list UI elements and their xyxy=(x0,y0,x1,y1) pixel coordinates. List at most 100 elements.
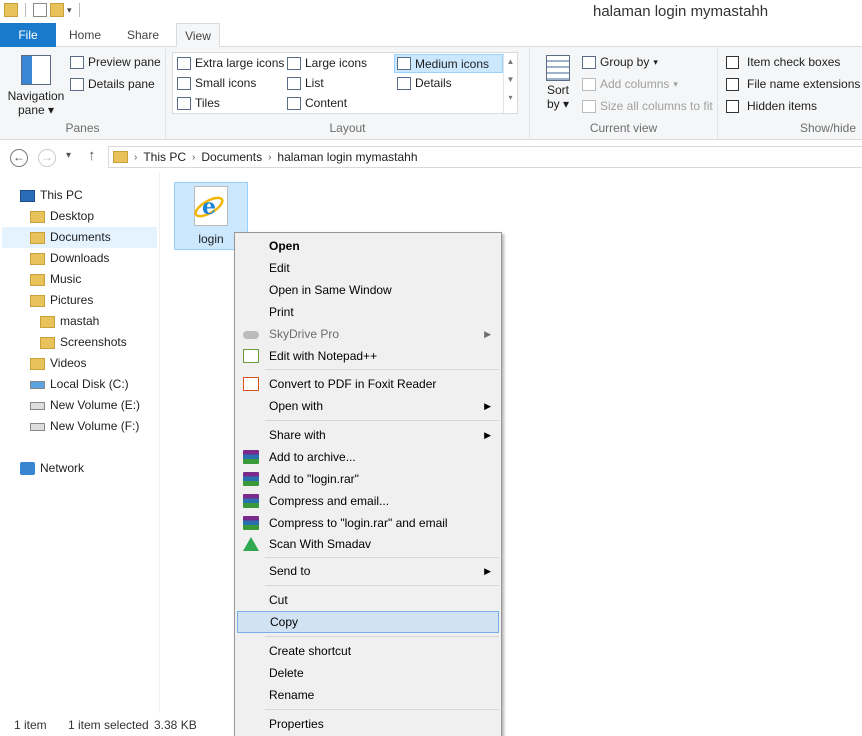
forward-button[interactable]: → xyxy=(38,149,56,167)
content-option[interactable]: Content xyxy=(287,96,347,110)
menu-separator xyxy=(265,636,499,637)
menu-item-cut[interactable]: Cut xyxy=(237,589,499,611)
hidden-items-toggle[interactable]: Hidden items xyxy=(726,99,817,113)
menu-item-send-to[interactable]: Send to ▶ xyxy=(237,560,499,582)
submenu-arrow-icon: ▶ xyxy=(484,401,491,411)
menu-item-open-with[interactable]: Open with ▶ xyxy=(237,395,499,417)
add-columns-button[interactable]: Add columns ▾ xyxy=(582,77,678,91)
nav-item-screenshots[interactable]: Screenshots xyxy=(40,332,127,353)
menu-item-label: SkyDrive Pro xyxy=(269,327,340,341)
menu-item-create-shortcut[interactable]: Create shortcut xyxy=(237,640,499,662)
hidden-items-checkbox[interactable] xyxy=(726,99,739,113)
menu-item-label: Send to xyxy=(269,564,311,578)
breadcrumb-documents[interactable]: Documents xyxy=(201,150,262,164)
tab-share[interactable]: Share xyxy=(114,23,172,47)
small-icons-icon xyxy=(177,76,191,90)
breadcrumb-separator-icon[interactable]: › xyxy=(134,152,137,163)
menu-item-skydrive-pro[interactable]: SkyDrive Pro ▶ xyxy=(237,323,499,345)
nav-item-label: Documents xyxy=(50,230,111,244)
tab-file[interactable]: File xyxy=(0,23,56,47)
menu-item-label: Scan With Smadav xyxy=(269,537,372,551)
properties-icon[interactable] xyxy=(33,3,47,17)
layout-scroll[interactable]: ▲ ▼ ▾ xyxy=(503,53,517,113)
item-check-boxes-checkbox[interactable] xyxy=(726,55,739,69)
nav-item-label: Downloads xyxy=(50,251,110,265)
navigation-pane-label: Navigation xyxy=(7,89,65,103)
breadcrumb-separator-icon[interactable]: › xyxy=(268,152,271,163)
nav-item-this-pc[interactable]: This PC xyxy=(20,185,83,206)
details-label: Details xyxy=(415,76,452,90)
menu-item-scan-smadav[interactable]: Scan With Smadav xyxy=(237,533,499,555)
menu-item-delete[interactable]: Delete xyxy=(237,662,499,684)
new-folder-icon[interactable] xyxy=(50,3,64,17)
small-icons-option[interactable]: Small icons xyxy=(177,76,256,90)
size-all-columns-button[interactable]: Size all columns to fit xyxy=(582,99,713,113)
recent-locations-button[interactable]: ▾ xyxy=(66,150,71,161)
menu-item-copy[interactable]: Copy xyxy=(237,611,499,633)
menu-item-share-with[interactable]: Share with ▶ xyxy=(237,424,499,446)
menu-item-rename[interactable]: Rename xyxy=(237,684,499,706)
extra-large-icons-option[interactable]: Extra large icons xyxy=(177,56,284,70)
breadcrumb-separator-icon[interactable]: › xyxy=(192,152,195,163)
nav-item-label: Network xyxy=(40,461,85,475)
details-option[interactable]: Details xyxy=(397,76,452,90)
medium-icons-option[interactable]: Medium icons xyxy=(394,54,503,73)
breadcrumb-this-pc[interactable]: This PC xyxy=(143,150,186,164)
menu-item-compress-email[interactable]: Compress and email... xyxy=(237,490,499,512)
tab-view[interactable]: View xyxy=(176,23,220,48)
item-check-boxes-toggle[interactable]: Item check boxes xyxy=(726,55,840,69)
menu-item-add-archive[interactable]: Add to archive... xyxy=(237,446,499,468)
title-bar: ▾ halaman login mymastahh xyxy=(0,0,862,23)
menu-item-open-same-window[interactable]: Open in Same Window xyxy=(237,279,499,301)
nav-item-documents[interactable]: Documents xyxy=(2,227,157,248)
menu-item-add-login-rar[interactable]: Add to "login.rar" xyxy=(237,468,499,490)
up-button[interactable]: ↑ xyxy=(88,147,96,164)
svg-text:e: e xyxy=(202,194,216,220)
nav-item-mastah[interactable]: mastah xyxy=(40,311,99,332)
nav-item-label: Desktop xyxy=(50,209,95,223)
nav-item-new-volume-e[interactable]: New Volume (E:) xyxy=(30,395,140,416)
details-pane-icon xyxy=(70,77,84,91)
breadcrumb-current-folder[interactable]: halaman login mymastahh xyxy=(277,150,417,164)
menu-item-convert-pdf[interactable]: Convert to PDF in Foxit Reader xyxy=(237,373,499,395)
nav-item-new-volume-f[interactable]: New Volume (F:) xyxy=(30,416,139,437)
menu-item-properties[interactable]: Properties xyxy=(237,713,499,735)
nav-item-videos[interactable]: Videos xyxy=(30,353,86,374)
drive-icon xyxy=(30,422,45,431)
list-option[interactable]: List xyxy=(287,76,324,90)
mastah-folder-icon xyxy=(40,315,55,328)
add-columns-icon xyxy=(582,77,596,91)
file-name-extensions-checkbox[interactable] xyxy=(726,77,739,91)
navigation-pane-button[interactable]: Navigation pane ▾ xyxy=(6,53,66,117)
details-pane-button[interactable]: Details pane xyxy=(70,77,155,91)
menu-item-edit[interactable]: Edit xyxy=(237,257,499,279)
nav-item-pictures[interactable]: Pictures xyxy=(30,290,93,311)
winrar-icon xyxy=(243,472,259,486)
menu-separator xyxy=(265,585,499,586)
ribbon-tabs: File Home Share View xyxy=(0,23,862,48)
nav-item-music[interactable]: Music xyxy=(30,269,81,290)
address-field[interactable]: › This PC › Documents › halaman login my… xyxy=(108,146,862,168)
nav-item-downloads[interactable]: Downloads xyxy=(30,248,109,269)
folder-icon xyxy=(113,151,128,163)
tab-home[interactable]: Home xyxy=(56,23,114,47)
winrar-icon xyxy=(243,516,259,530)
customize-toolbar-icon[interactable]: ▾ xyxy=(67,5,72,16)
item-count: 1 item xyxy=(14,718,47,732)
back-button[interactable]: ← xyxy=(10,149,28,167)
sort-by-button[interactable]: Sort by ▾ xyxy=(538,55,578,111)
nav-item-network[interactable]: Network xyxy=(20,458,84,479)
large-icons-option[interactable]: Large icons xyxy=(287,56,367,70)
group-by-button[interactable]: Group by ▾ xyxy=(582,55,658,69)
menu-item-edit-notepad[interactable]: Edit with Notepad++ xyxy=(237,345,499,367)
folder-icon xyxy=(4,3,18,17)
nav-item-desktop[interactable]: Desktop xyxy=(30,206,94,227)
menu-item-print[interactable]: Print xyxy=(237,301,499,323)
tiles-option[interactable]: Tiles xyxy=(177,96,220,110)
tiles-label: Tiles xyxy=(195,96,220,110)
file-name-extensions-toggle[interactable]: File name extensions xyxy=(726,77,860,91)
menu-item-open[interactable]: Open xyxy=(237,235,499,257)
preview-pane-button[interactable]: Preview pane xyxy=(70,55,161,69)
nav-item-local-disk[interactable]: Local Disk (C:) xyxy=(30,374,129,395)
menu-item-compress-login-email[interactable]: Compress to "login.rar" and email xyxy=(237,512,499,534)
